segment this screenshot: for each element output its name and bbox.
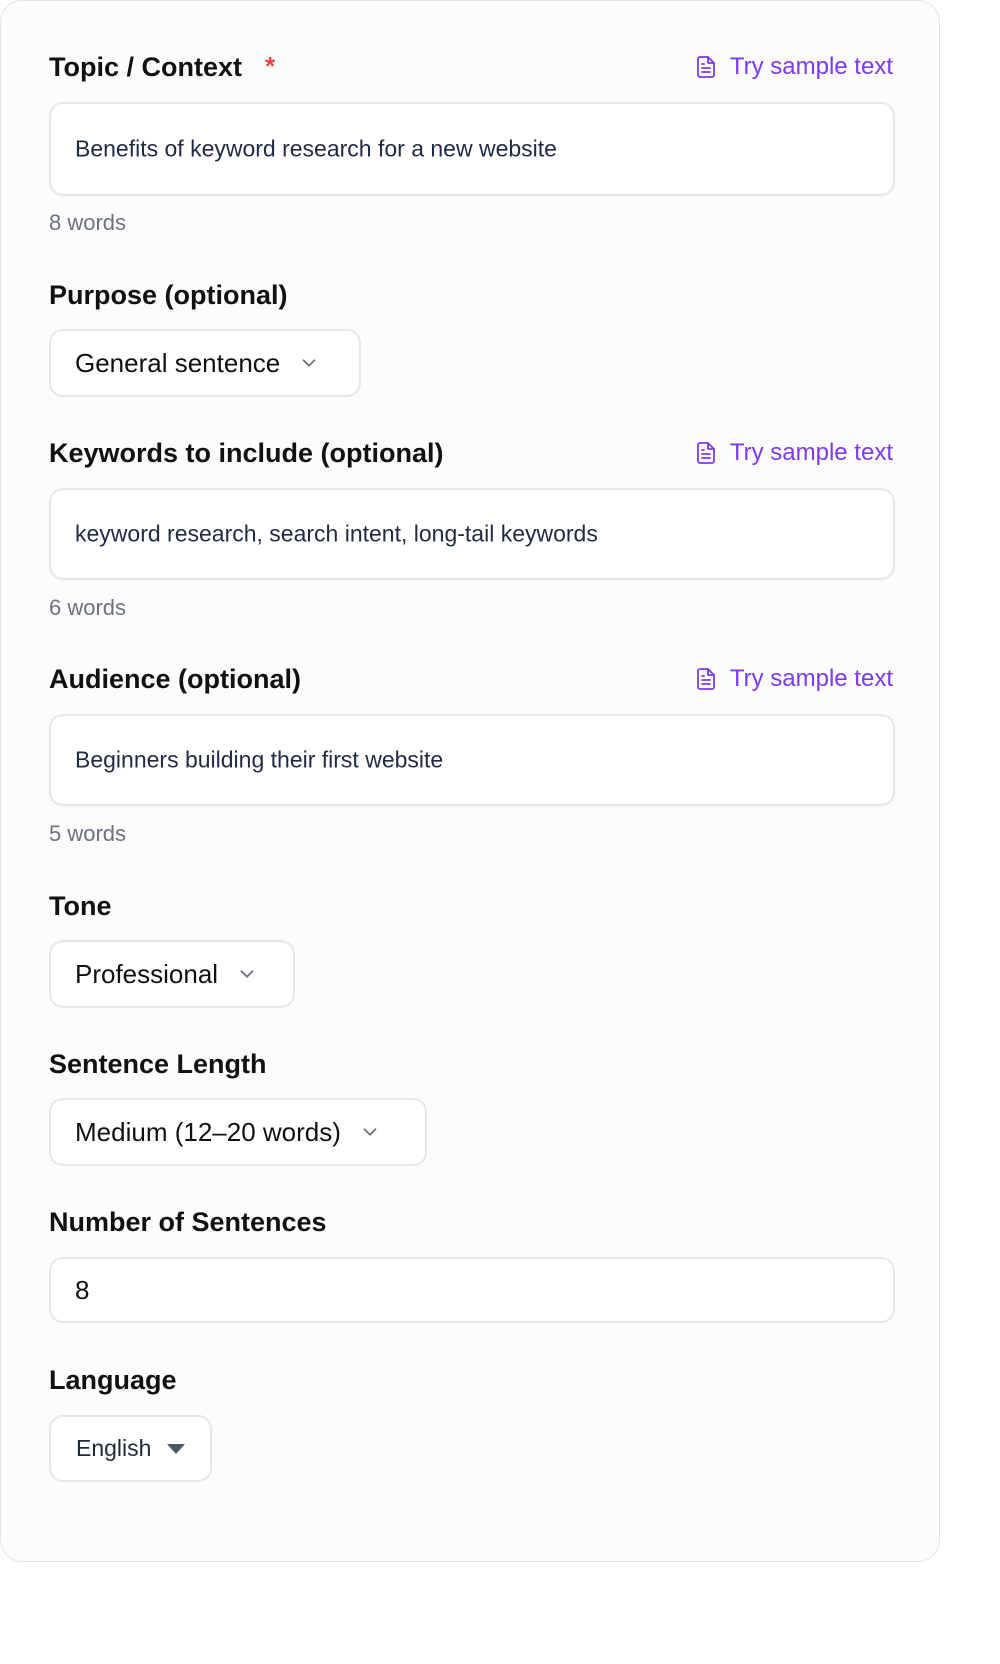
keywords-input-value: keyword research, search intent, long-ta… [75, 520, 598, 547]
document-icon [696, 442, 715, 464]
chevron-down-icon [240, 970, 254, 978]
chevron-down-icon [363, 1128, 377, 1136]
purpose-selected-value: General sentence [75, 348, 281, 378]
purpose-label: Purpose (optional) [49, 280, 288, 310]
number-of-sentences-label: Number of Sentences [49, 1207, 327, 1237]
number-of-sentences-value: 8 [75, 1275, 90, 1305]
keywords-try-sample-link[interactable]: Try sample text [694, 441, 893, 465]
required-marker: * [265, 51, 276, 81]
chevron-down-icon [302, 359, 316, 367]
topic-input-value: Benefits of keyword research for a new w… [75, 135, 557, 162]
purpose-select[interactable]: General sentence [49, 329, 361, 397]
sentence-generator-form: Topic / Context * Try sample text Benefi… [0, 0, 940, 1562]
try-sample-text-label: Try sample text [729, 439, 893, 466]
sentence-length-label: Sentence Length [49, 1049, 267, 1079]
tone-label: Tone [49, 891, 112, 921]
sentence-length-select[interactable]: Medium (12–20 words) [49, 1098, 427, 1166]
topic-input[interactable]: Benefits of keyword research for a new w… [49, 102, 895, 196]
try-sample-text-label: Try sample text [729, 665, 893, 692]
topic-try-sample-link[interactable]: Try sample text [694, 55, 893, 79]
audience-input-value: Beginners building their first website [75, 746, 444, 773]
keywords-label: Keywords to include (optional) [49, 438, 444, 468]
document-icon [696, 668, 715, 690]
keywords-input[interactable]: keyword research, search intent, long-ta… [49, 488, 895, 580]
language-select[interactable]: English [49, 1415, 212, 1482]
audience-label: Audience (optional) [49, 664, 301, 694]
try-sample-text-label: Try sample text [729, 53, 893, 80]
keywords-word-count: 6 words [49, 595, 127, 620]
audience-word-count: 5 words [49, 821, 127, 846]
sentence-length-selected-value: Medium (12–20 words) [75, 1117, 341, 1147]
tone-select[interactable]: Professional [49, 940, 295, 1008]
document-icon [696, 56, 715, 78]
language-selected-value: English [76, 1435, 152, 1461]
language-label: Language [49, 1365, 177, 1395]
audience-input[interactable]: Beginners building their first website [49, 714, 895, 806]
number-of-sentences-input[interactable]: 8 [49, 1257, 895, 1323]
caret-down-icon [167, 1443, 186, 1454]
topic-label: Topic / Context [49, 52, 242, 82]
audience-try-sample-link[interactable]: Try sample text [694, 667, 893, 691]
topic-word-count: 8 words [49, 210, 127, 235]
tone-selected-value: Professional [75, 959, 219, 989]
